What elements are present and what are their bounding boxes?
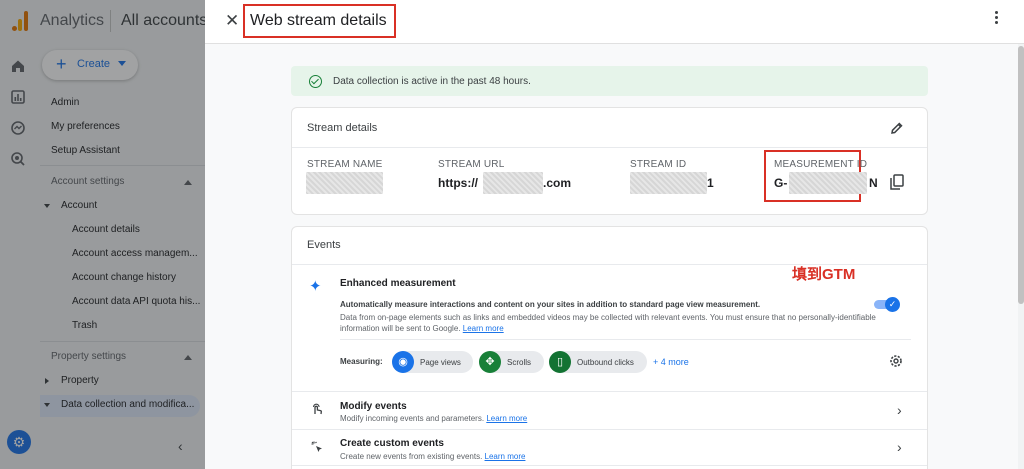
settings-gear-icon[interactable] bbox=[889, 354, 903, 368]
scrollbar-thumb[interactable] bbox=[1018, 46, 1024, 304]
events-title: Events bbox=[307, 239, 341, 251]
title-highlight-box: Web stream details bbox=[243, 4, 396, 38]
annotation-label: 填到GTM bbox=[792, 266, 856, 283]
sparkle-icon: ✦ bbox=[309, 278, 322, 295]
row-divider bbox=[292, 465, 927, 466]
touch-icon bbox=[312, 403, 322, 415]
web-stream-drawer: ✕ Web stream details Data collection is … bbox=[205, 0, 1024, 469]
chip-scrolls[interactable]: ✥ Scrolls bbox=[479, 351, 544, 373]
stream-id-label: STREAM ID bbox=[630, 159, 687, 170]
enhanced-measurement-toggle[interactable]: ✓ bbox=[874, 297, 900, 312]
measurement-id-suffix: N bbox=[869, 176, 878, 190]
more-measurements-link[interactable]: + 4 more bbox=[653, 357, 689, 367]
edit-pencil-icon[interactable] bbox=[890, 121, 904, 135]
row-divider bbox=[292, 429, 927, 430]
card-title: Stream details bbox=[307, 122, 378, 134]
drawer-header: ✕ Web stream details bbox=[205, 0, 1024, 44]
modify-events-desc: Modify incoming events and parameters. L… bbox=[340, 414, 528, 423]
enhanced-measurement-text: Data from on-page elements such as links… bbox=[340, 313, 876, 333]
copy-icon[interactable] bbox=[890, 174, 904, 190]
stream-details-card: Stream details STREAM NAME STREAM URL ht… bbox=[291, 107, 928, 215]
more-vert-icon[interactable] bbox=[993, 11, 999, 27]
status-banner: Data collection is active in the past 48… bbox=[291, 66, 928, 96]
stream-name-label: STREAM NAME bbox=[307, 159, 383, 170]
drawer-body: Data collection is active in the past 48… bbox=[205, 44, 1018, 469]
chip-label: Scrolls bbox=[507, 358, 532, 367]
learn-more-link[interactable]: Learn more bbox=[485, 452, 526, 461]
close-icon[interactable]: ✕ bbox=[225, 11, 239, 31]
redacted-stream-id bbox=[630, 172, 707, 194]
stream-url-prefix: https:// bbox=[438, 176, 478, 190]
learn-more-link[interactable]: Learn more bbox=[463, 324, 504, 333]
measuring-label: Measuring: bbox=[340, 357, 383, 366]
scrollbar[interactable] bbox=[1018, 44, 1024, 469]
chevron-right-icon[interactable]: › bbox=[897, 402, 902, 418]
eye-icon: ◉ bbox=[392, 351, 414, 373]
mouse-icon: ▯ bbox=[549, 351, 571, 373]
row-divider bbox=[292, 391, 927, 392]
redacted-measurement-id bbox=[789, 172, 867, 194]
chevron-right-icon[interactable]: › bbox=[897, 439, 902, 455]
chip-page-views[interactable]: ◉ Page views bbox=[392, 351, 473, 373]
stream-url-label: STREAM URL bbox=[438, 159, 505, 170]
modify-events-title[interactable]: Modify events bbox=[340, 401, 407, 412]
measuring-divider bbox=[340, 339, 911, 340]
chip-outbound-clicks[interactable]: ▯ Outbound clicks bbox=[549, 351, 647, 373]
create-custom-events-title[interactable]: Create custom events bbox=[340, 438, 444, 449]
banner-text: Data collection is active in the past 48… bbox=[333, 76, 531, 87]
chip-label: Outbound clicks bbox=[577, 358, 634, 367]
redacted-stream-url bbox=[483, 172, 543, 194]
chip-label: Page views bbox=[420, 358, 461, 367]
scroll-target-icon: ✥ bbox=[479, 351, 501, 373]
check-circle-icon bbox=[309, 75, 322, 88]
stream-url-suffix: .com bbox=[543, 176, 572, 190]
learn-more-link[interactable]: Learn more bbox=[486, 414, 527, 423]
measurement-id-label: MEASUREMENT ID bbox=[774, 159, 868, 170]
redacted-stream-name bbox=[306, 172, 383, 194]
create-custom-events-desc: Create new events from existing events. … bbox=[340, 452, 526, 461]
check-icon: ✓ bbox=[885, 297, 900, 312]
card-divider bbox=[292, 147, 927, 148]
enhanced-measurement-title: Enhanced measurement bbox=[340, 278, 456, 289]
drawer-title: Web stream details bbox=[250, 12, 387, 29]
cursor-click-icon bbox=[311, 441, 322, 452]
stream-id-suffix: 1 bbox=[707, 176, 714, 190]
modal-scrim[interactable] bbox=[0, 0, 205, 469]
enhanced-measurement-desc: Automatically measure interactions and c… bbox=[340, 300, 761, 309]
measurement-id-prefix: G- bbox=[774, 176, 788, 190]
